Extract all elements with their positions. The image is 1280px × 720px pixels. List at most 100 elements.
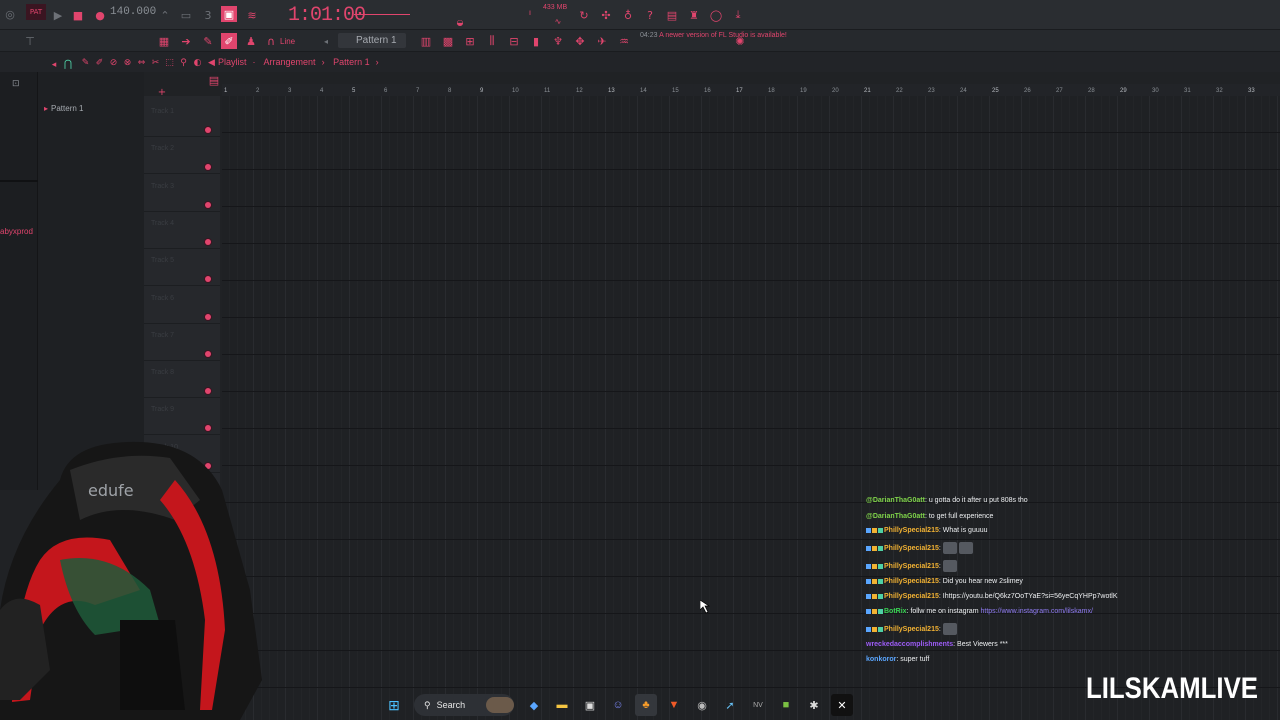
wait-input-icon[interactable]: ▭ — [178, 7, 194, 23]
minecraft-icon[interactable]: ■ — [775, 694, 797, 716]
browser-icon[interactable]: ⊞ — [462, 33, 478, 49]
chat-username[interactable]: konkoror — [866, 656, 896, 663]
track-enable-icon[interactable] — [205, 276, 211, 283]
mixer-view-icon[interactable]: ⫼ — [484, 33, 500, 49]
track-enable-icon[interactable] — [205, 313, 211, 320]
chat-username[interactable]: @DarianThaG0att — [866, 513, 925, 520]
track-header[interactable]: Track 5 — [144, 249, 220, 287]
send-icon[interactable]: ✈ — [594, 33, 610, 49]
news-ticker[interactable]: 04:23 A newer version of FL Studio is av… — [640, 31, 787, 40]
ai-app-icon[interactable]: ✱ — [803, 694, 825, 716]
snap-mode[interactable]: Line — [280, 37, 295, 46]
track-enable-icon[interactable] — [205, 350, 211, 357]
blend-notes-icon[interactable]: ≋ — [244, 7, 260, 23]
discord-icon[interactable]: ☺ — [607, 694, 629, 716]
track-enable-icon[interactable] — [205, 425, 211, 432]
track-header[interactable]: Track 9 — [144, 398, 220, 436]
stop-icon[interactable]: ■ — [70, 7, 86, 23]
track-enable-icon[interactable] — [205, 201, 211, 208]
track-enable-icon[interactable] — [205, 127, 211, 133]
breadcrumb-pattern[interactable]: Pattern 1 — [333, 57, 370, 67]
mixer-icon[interactable]: ✣ — [598, 7, 614, 23]
taskbar-search[interactable]: ⚲ Search — [414, 694, 514, 716]
chat-username[interactable]: PhillySpecial215 — [884, 578, 939, 585]
undo-history-icon[interactable]: ↻ — [576, 7, 592, 23]
file-explorer-icon[interactable]: ▬ — [551, 694, 573, 716]
track-header[interactable]: Track 3 — [144, 175, 220, 212]
pin-icon[interactable]: ⊤ — [22, 33, 38, 49]
chat-username[interactable]: PhillySpecial215 — [884, 593, 939, 600]
step-seq-icon[interactable]: ▥ — [418, 33, 434, 49]
chat-icon[interactable]: ◯ — [708, 7, 724, 23]
song-mode-icon[interactable]: PAT — [26, 4, 46, 20]
chat-username[interactable]: @DarianThaG0att — [866, 497, 925, 504]
chat-username[interactable]: BotRix — [884, 608, 907, 615]
arrow-right-icon[interactable]: ➔ — [178, 33, 194, 49]
obs-icon[interactable]: ◉ — [691, 694, 713, 716]
master-pitch-icon[interactable]: ◒ — [452, 14, 468, 30]
browser-filter-icon[interactable]: ⊡ — [12, 78, 20, 89]
mute-tool-icon[interactable]: ⊗ — [122, 57, 133, 68]
zoom-tool-icon[interactable]: ⚲ — [178, 57, 189, 68]
pattern-prev-icon[interactable]: ◂ — [318, 33, 334, 49]
steam-icon[interactable]: ➚ — [719, 694, 741, 716]
pattern-selector[interactable]: Pattern 1 — [338, 33, 406, 48]
pencil-tool-icon[interactable]: ✎ — [200, 33, 216, 49]
metronome-icon[interactable]: ⌃ — [157, 7, 173, 23]
help-icon[interactable]: ? — [642, 7, 658, 23]
draw-tool-icon[interactable]: ✎ — [80, 57, 91, 68]
countdown-icon[interactable]: 3 — [200, 7, 216, 23]
paint-brush-icon[interactable]: ✐ — [94, 57, 105, 68]
nvidia-icon[interactable]: NV — [747, 694, 769, 716]
capcut-icon[interactable]: ✕ — [831, 694, 853, 716]
pattern-picker-item[interactable]: ▸ Pattern 1 — [44, 104, 83, 113]
chat-username[interactable]: PhillySpecial215 — [884, 545, 939, 552]
windows-start-icon[interactable]: ⊞ — [383, 694, 405, 716]
slip-tool-icon[interactable]: ⇔ — [136, 57, 147, 68]
playlist-icon[interactable]: ▦ — [156, 33, 172, 49]
delete-tool-icon[interactable]: ⊘ — [108, 57, 119, 68]
track-header[interactable]: Track 6 — [144, 287, 220, 324]
select-tool-icon[interactable]: ⬚ — [164, 57, 175, 68]
playlist-menu-icon[interactable]: ▤ — [206, 72, 222, 88]
chat-username[interactable]: PhillySpecial215 — [884, 527, 939, 534]
play-icon[interactable]: ▶ — [50, 7, 66, 23]
copilot-icon[interactable]: ◆ — [523, 694, 545, 716]
track-header[interactable]: Track 1 — [144, 100, 220, 137]
playback-tool-icon[interactable]: ◐ — [192, 57, 203, 68]
track-enable-icon[interactable] — [205, 238, 211, 245]
channel-rack-icon[interactable]: ♜ — [686, 7, 702, 23]
brave-icon[interactable]: ▼ — [663, 694, 685, 716]
save-icon[interactable]: ▤ — [664, 7, 680, 23]
snap-magnet-icon[interactable]: ⋂ — [60, 56, 76, 72]
track-enable-icon[interactable] — [205, 164, 211, 171]
speaker-icon[interactable]: ◀ — [206, 57, 217, 68]
breadcrumb-arrangement[interactable]: Arrangement — [264, 57, 316, 67]
chat-username[interactable]: wreckedaccomplishments — [866, 641, 953, 648]
app-logo-icon[interactable]: ◎ — [2, 6, 18, 22]
chat-username[interactable]: PhillySpecial215 — [884, 626, 939, 633]
paint-tool-icon[interactable]: ✐ — [221, 33, 237, 49]
track-header[interactable]: Track 7 — [144, 324, 220, 361]
fl-cloud-icon[interactable]: ✺ — [732, 33, 748, 49]
chat-username[interactable]: PhillySpecial215 — [884, 563, 939, 570]
magnet-icon[interactable]: ∩ — [263, 33, 279, 49]
download-icon[interactable]: ⤓ — [730, 7, 746, 23]
mic-icon[interactable]: ♁ — [620, 7, 636, 23]
piano-roll-icon[interactable]: ▩ — [440, 33, 456, 49]
store-icon[interactable]: ▣ — [579, 694, 601, 716]
person-icon[interactable]: ♟ — [243, 33, 259, 49]
slice-tool-icon[interactable]: ✂ — [150, 57, 161, 68]
record-panel-icon[interactable]: ▮ — [528, 33, 544, 49]
track-header[interactable]: Track 8 — [144, 361, 220, 399]
tempo-display[interactable]: 140.000 — [110, 6, 156, 18]
plugin-icon[interactable]: ♆ — [550, 33, 566, 49]
record-icon[interactable]: ● — [92, 7, 108, 23]
chat-link[interactable]: https://www.instagram.com/lilskamx/ — [980, 608, 1092, 615]
track-header[interactable]: Track 4 — [144, 212, 220, 249]
track-header[interactable]: Track 2 — [144, 137, 220, 175]
fl-studio-taskbar-icon[interactable]: ♣ — [635, 694, 657, 716]
project-tree-icon[interactable]: ♒ — [616, 33, 632, 49]
touch-keyboard-icon[interactable]: ✥ — [572, 33, 588, 49]
loop-record-icon[interactable]: ▣ — [221, 6, 237, 22]
